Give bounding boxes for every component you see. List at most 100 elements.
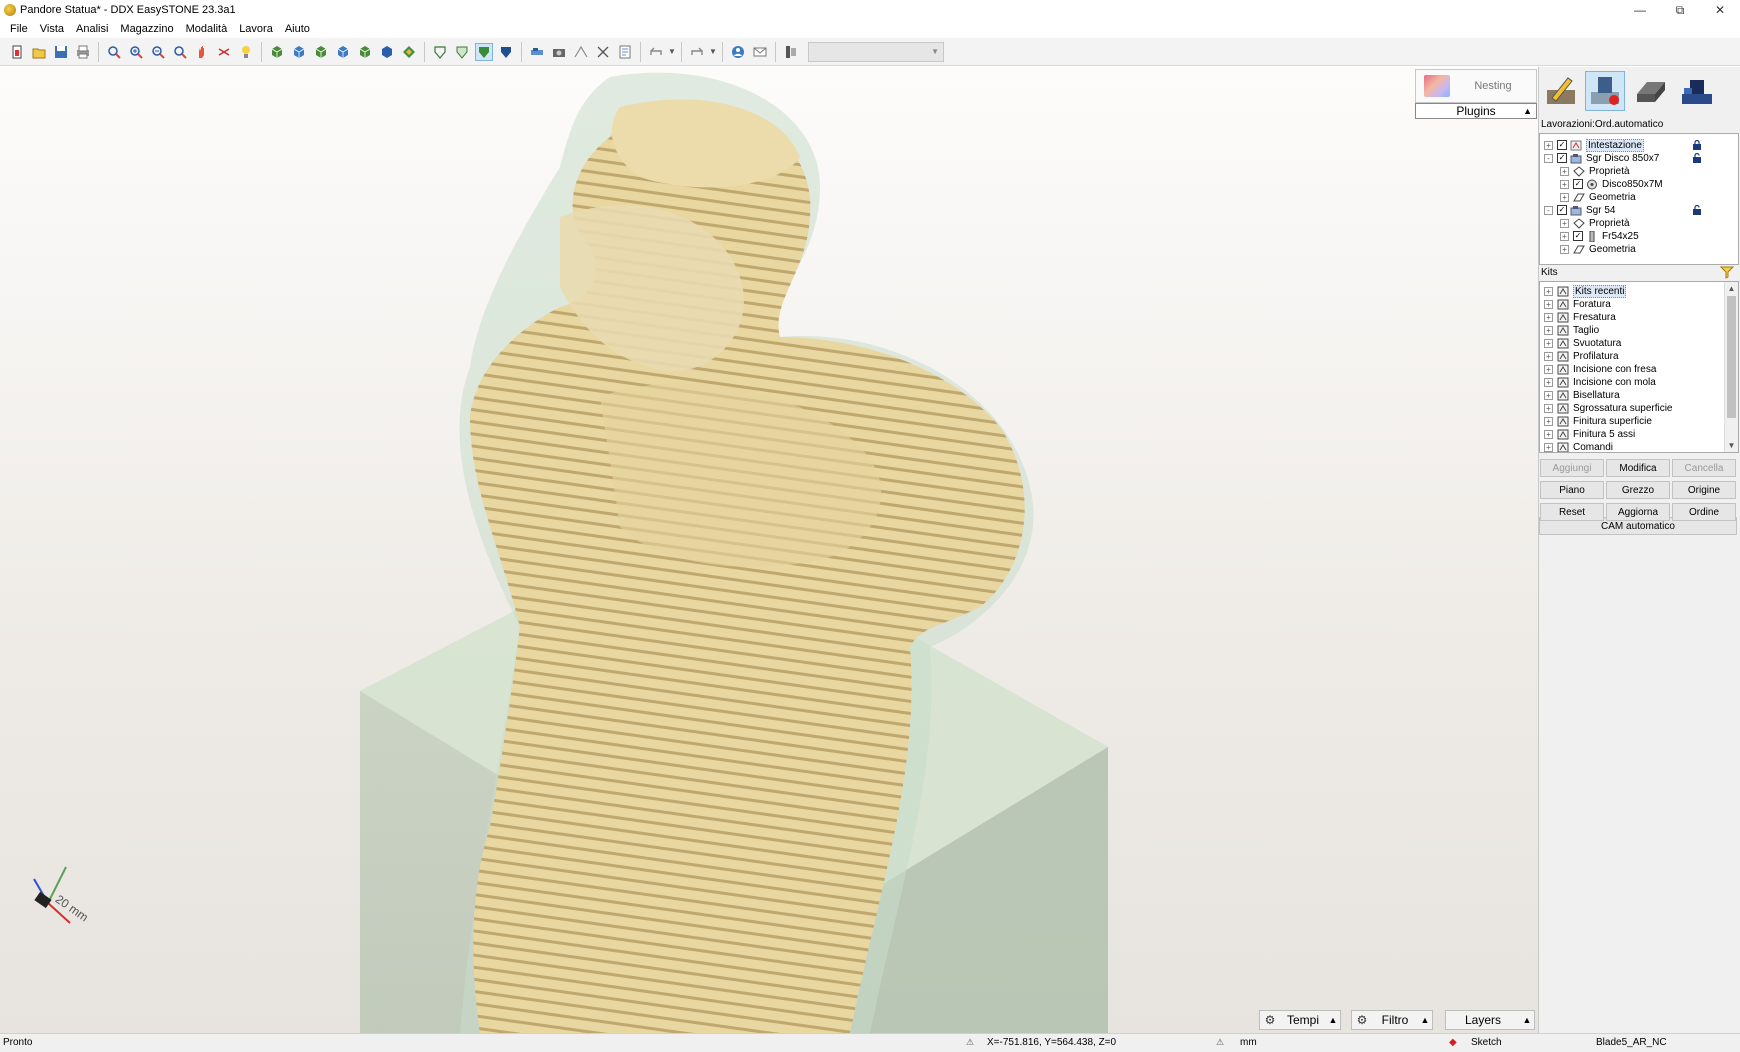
menu-modalita[interactable]: Modalità xyxy=(180,23,234,35)
menu-magazzino[interactable]: Magazzino xyxy=(114,23,179,35)
lavorazioni-item[interactable]: + Proprietà xyxy=(1560,216,1630,230)
view-3d-icon[interactable] xyxy=(400,43,418,61)
expand-icon[interactable]: + xyxy=(1560,231,1569,241)
expand-icon[interactable]: + xyxy=(1560,179,1569,189)
kit-item[interactable]: + Bisellatura xyxy=(1544,388,1620,402)
unlock-icon[interactable] xyxy=(1692,152,1702,163)
mail-icon[interactable] xyxy=(751,43,769,61)
expand-icon[interactable]: + xyxy=(1544,299,1553,309)
aggiorna-button[interactable]: Aggiorna xyxy=(1606,503,1670,521)
open-icon[interactable] xyxy=(30,43,48,61)
item-checkbox[interactable]: ✓ xyxy=(1573,231,1583,241)
tool-path-icon[interactable] xyxy=(572,43,590,61)
toolbar-combo[interactable]: ▼ xyxy=(808,41,944,62)
scroll-thumb[interactable] xyxy=(1727,296,1736,418)
origine-button[interactable]: Origine xyxy=(1672,481,1736,499)
expand-icon[interactable]: + xyxy=(1544,429,1553,439)
expand-icon[interactable]: + xyxy=(1560,166,1569,176)
kits-scrollbar[interactable]: ▲ ▼ xyxy=(1724,282,1738,452)
lavorazioni-item[interactable]: - ✓ Sgr Disco 850x7 xyxy=(1544,151,1659,165)
shade-half-icon[interactable] xyxy=(453,43,471,61)
kit-item[interactable]: + Fresatura xyxy=(1544,310,1616,324)
expand-icon[interactable]: + xyxy=(1544,442,1553,452)
modifica-button[interactable]: Modifica xyxy=(1606,459,1670,477)
reset-button[interactable]: Reset xyxy=(1540,503,1604,521)
chevron-down-icon[interactable]: ▼ xyxy=(708,43,718,61)
measure-icon[interactable] xyxy=(528,43,546,61)
view-right-icon[interactable] xyxy=(334,43,352,61)
expand-icon[interactable]: + xyxy=(1560,244,1569,254)
maximize-button[interactable]: ⧉ xyxy=(1660,0,1700,20)
cancella-button[interactable]: Cancella xyxy=(1672,459,1736,477)
item-checkbox[interactable]: ✓ xyxy=(1557,205,1567,215)
view-front-icon[interactable] xyxy=(268,43,286,61)
lavorazioni-item[interactable]: + ✓ Fr54x25 xyxy=(1560,229,1639,243)
minimize-button[interactable]: — xyxy=(1620,0,1660,20)
menu-file[interactable]: File xyxy=(4,23,34,35)
view-back-icon[interactable] xyxy=(290,43,308,61)
lavorazioni-item[interactable]: + ✓ Disco850x7M xyxy=(1560,177,1663,191)
kit-item[interactable]: + Comandi xyxy=(1544,440,1613,452)
rotate-icon[interactable] xyxy=(215,43,233,61)
filtro-tab[interactable]: ⚙ Filtro ▲ xyxy=(1351,1010,1433,1030)
expand-icon[interactable]: + xyxy=(1544,286,1553,296)
item-checkbox[interactable]: ✓ xyxy=(1557,153,1567,163)
expand-icon[interactable]: + xyxy=(1544,338,1553,348)
tempi-tab[interactable]: ⚙ Tempi ▲ xyxy=(1259,1010,1341,1030)
scroll-up-icon[interactable]: ▲ xyxy=(1725,282,1738,295)
lavorazioni-item[interactable]: + Geometria xyxy=(1560,242,1636,256)
grezzo-button[interactable]: Grezzo xyxy=(1606,481,1670,499)
lavorazioni-tree[interactable]: + ✓ Intestazione - ✓ Sgr Disco 850x7 + Propriet… xyxy=(1539,133,1739,265)
drawing-mode-button[interactable] xyxy=(1541,71,1581,111)
unlock-icon[interactable] xyxy=(1692,204,1702,215)
menu-aiuto[interactable]: Aiuto xyxy=(279,23,316,35)
lavorazioni-item[interactable]: - ✓ Sgr 54 xyxy=(1544,203,1615,217)
expand-icon[interactable]: + xyxy=(1544,416,1553,426)
shade-solid-icon[interactable] xyxy=(475,42,493,61)
kit-item[interactable]: + Profilatura xyxy=(1544,349,1619,363)
kit-item[interactable]: + Kits recenti xyxy=(1544,284,1627,298)
plugins-button[interactable]: Plugins ▲ xyxy=(1415,103,1537,119)
filter-icon[interactable] xyxy=(1720,265,1734,279)
lavorazioni-item[interactable]: + Proprietà xyxy=(1560,164,1630,178)
kit-item[interactable]: + Sgrossatura superficie xyxy=(1544,401,1673,415)
slab-mode-button[interactable] xyxy=(1631,71,1671,111)
report-icon[interactable] xyxy=(616,43,634,61)
device-icon[interactable] xyxy=(782,43,800,61)
zoom-in-icon[interactable] xyxy=(171,43,189,61)
kit-item[interactable]: + Finitura superficie xyxy=(1544,414,1652,428)
shade-wire-icon[interactable] xyxy=(431,43,449,61)
expand-icon[interactable]: + xyxy=(1544,390,1553,400)
light-icon[interactable] xyxy=(237,43,255,61)
print-icon[interactable] xyxy=(74,43,92,61)
expand-icon[interactable]: + xyxy=(1544,403,1553,413)
expand-icon[interactable]: + xyxy=(1544,377,1553,387)
pan-hand-icon[interactable] xyxy=(193,43,211,61)
undo-icon[interactable] xyxy=(647,43,665,61)
ordine-button[interactable]: Ordine xyxy=(1672,503,1736,521)
zoom-out-icon[interactable] xyxy=(149,43,167,61)
lavorazioni-item[interactable]: + Geometria xyxy=(1560,190,1636,204)
kit-item[interactable]: + Foratura xyxy=(1544,297,1611,311)
kit-item[interactable]: + Incisione con mola xyxy=(1544,375,1656,389)
kit-item[interactable]: + Taglio xyxy=(1544,323,1599,337)
menu-lavora[interactable]: Lavora xyxy=(233,23,279,35)
zoom-extents-icon[interactable] xyxy=(127,43,145,61)
menu-vista[interactable]: Vista xyxy=(34,23,70,35)
expand-icon[interactable]: + xyxy=(1560,192,1569,202)
chevron-down-icon[interactable]: ▼ xyxy=(667,43,677,61)
save-icon[interactable] xyxy=(52,43,70,61)
new-icon[interactable] xyxy=(8,43,26,61)
expand-icon[interactable]: + xyxy=(1544,325,1553,335)
user-icon[interactable] xyxy=(729,43,747,61)
collapse-icon[interactable]: - xyxy=(1544,205,1553,215)
expand-icon[interactable]: + xyxy=(1544,140,1553,150)
machine-mode-button[interactable] xyxy=(1677,71,1717,111)
expand-icon[interactable]: + xyxy=(1560,218,1569,228)
kits-tree[interactable]: + Kits recenti + Foratura + Fresatura + Taglio +… xyxy=(1539,281,1739,453)
lavorazioni-item[interactable]: + ✓ Intestazione xyxy=(1544,138,1644,152)
view-left-icon[interactable] xyxy=(312,43,330,61)
view-top-icon[interactable] xyxy=(356,43,374,61)
camera-icon[interactable] xyxy=(550,43,568,61)
kit-item[interactable]: + Incisione con fresa xyxy=(1544,362,1656,376)
